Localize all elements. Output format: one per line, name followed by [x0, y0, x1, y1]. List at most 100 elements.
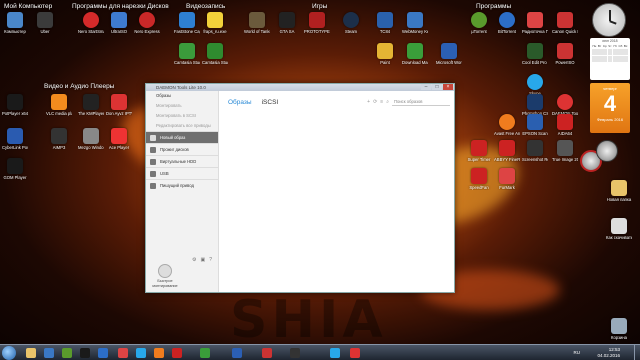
calendar-day-cell[interactable] [623, 59, 628, 62]
desktop-icon-radio[interactable]: Радиоточка Плюс [522, 12, 548, 34]
desktop-icon-kmplayer[interactable]: The KMPlayer [78, 94, 104, 116]
daemon-tools-window[interactable]: DAEMON Tools Lite 10.0 – □ × Образы Монт… [145, 83, 455, 293]
desktop-icon-avast[interactable]: Avast Free Antivirus [494, 114, 520, 136]
sidebar-section-burn[interactable]: Прожиг дисков [146, 143, 218, 155]
desktop-icon-canon[interactable]: Canon Quick Menu [552, 12, 578, 34]
desktop-icon-true-image[interactable]: True Image 2013 [552, 140, 578, 162]
language-indicator[interactable]: RU [574, 350, 581, 355]
sidebar-item-images[interactable]: Образы [146, 91, 218, 101]
word-icon[interactable] [232, 348, 242, 358]
desktop-icon-camtasia-7[interactable]: Camtasia Studio 7 [174, 43, 200, 65]
desktop-icon-aida[interactable]: AIDA64 [552, 114, 578, 136]
app-icon[interactable] [262, 348, 272, 358]
desktop-icon-prototype[interactable]: PROTOTYPE 2 [304, 12, 330, 34]
settings-icon[interactable]: ⚙ [192, 257, 196, 267]
sidebar-section-writer[interactable]: Пишущий привод [146, 179, 218, 191]
desktop-icon-paint[interactable]: Paint [372, 43, 398, 65]
desktop-icon-mezgo[interactable]: Mezgo Windo... [78, 128, 104, 150]
window-titlebar[interactable]: DAEMON Tools Lite 10.0 – □ × [146, 84, 454, 91]
desktop-icon-tc[interactable]: TC84 [372, 12, 398, 34]
add-image-icon[interactable]: + [367, 99, 370, 105]
desktop-icon-fraps[interactable]: fraps_ru.exe [202, 12, 228, 34]
calendar-day-cell[interactable] [618, 59, 623, 62]
calendar-day-cell[interactable] [592, 59, 597, 62]
date-gadget[interactable]: четверг 4 Февраль 2016 [590, 83, 630, 133]
quick-mount-button[interactable]: Быстрое монтирование [150, 264, 180, 288]
menu-icon[interactable]: ≡ [380, 99, 383, 105]
desktop-icon-vlc[interactable]: VLC media player [46, 94, 72, 116]
start-button[interactable] [2, 346, 16, 360]
chrome-icon[interactable] [136, 348, 146, 358]
desktop-icon-ace-player[interactable]: Ace Player [106, 128, 132, 150]
sidebar-section-virtual-hdd[interactable]: Виртуальные HDD [146, 155, 218, 167]
opera-icon[interactable] [172, 348, 182, 358]
sidebar-item-mount-scsi[interactable]: Монтировать в SCSI [146, 111, 218, 121]
sidebar-section-new-image[interactable]: Новый образ [146, 131, 218, 143]
desktop-icon-skype[interactable]: Skype [522, 74, 548, 96]
desktop-icon-gta[interactable]: GTA SA [274, 12, 300, 34]
desktop-icon-utorrent[interactable]: µTorrent [466, 12, 492, 34]
desktop-icon-download-master[interactable]: Download Master [402, 43, 428, 65]
desktop-icon-gom[interactable]: GOM Player [2, 158, 28, 180]
desktop-icon-ultraiso[interactable]: UltraISO [106, 12, 132, 34]
desktop-icon-how-to[interactable]: Как скачивать... [606, 218, 632, 240]
desktop-icon-nero-startsmart[interactable]: Nero StartSmart [78, 12, 104, 34]
explorer-icon[interactable] [26, 348, 36, 358]
tab-images[interactable]: Образы [228, 99, 252, 106]
desktop-icon-abbyy[interactable]: ABBYY FineReader [494, 140, 520, 162]
desktop-icon-webmoney[interactable]: WebMoney Keeper W... [402, 12, 428, 34]
desktop-icon-speedfan[interactable]: SpeedFan [466, 168, 492, 190]
desktop-icon-daemon[interactable]: DAEMON Tools Lite [552, 94, 578, 116]
desktop-icon-uber[interactable]: Uber [32, 12, 58, 34]
maximize-button[interactable]: □ [432, 84, 442, 90]
desktop-icon-iptv[interactable]: Don Ayvz IPTV Player [106, 94, 132, 116]
desktop-icon-nero-express[interactable]: Nero Express [134, 12, 160, 34]
desktop-icon-epson[interactable]: EPSON Scan [522, 114, 548, 136]
calendar-gadget[interactable]: июн 2018 Пн Вт Ср Чт Пт Сб Вс [590, 38, 630, 80]
desktop-icon-aimp[interactable]: AIMP3 [46, 128, 72, 150]
desktop-icon-recycle-bin[interactable]: Корзина [606, 318, 632, 340]
desktop-icon-bittorrent[interactable]: BitTorrent [494, 12, 520, 34]
tab-iscsi[interactable]: iSCSI [262, 99, 279, 106]
sidebar-item-edit-drives[interactable]: Редактировать все приводы [146, 121, 218, 131]
desktop-icon-powerdvd[interactable]: CyberLink PowerDVD 15 [2, 128, 28, 150]
close-button[interactable]: × [443, 84, 453, 90]
calendar-day-cell[interactable] [612, 59, 618, 62]
desktop-icon-potplayer[interactable]: PotPlayer x64 [2, 94, 28, 116]
daemon-icon[interactable] [350, 348, 360, 358]
minimize-button[interactable]: – [421, 84, 431, 90]
desktop-icon-computer[interactable]: Компьютер [2, 12, 28, 34]
desktop-icon-word[interactable]: Microsoft Word 2010 [436, 43, 462, 65]
help-icon[interactable]: ? [209, 257, 212, 267]
desktop-icon-cool-edit[interactable]: Cool Edit Pro 2.1 [522, 43, 548, 65]
app-icon[interactable] [98, 348, 108, 358]
show-desktop-button[interactable] [634, 345, 640, 360]
sidebar-section-usb[interactable]: USB [146, 167, 218, 179]
desktop-icon-furmark[interactable]: FurMark [494, 168, 520, 190]
calendar-day-cell[interactable] [602, 59, 608, 62]
desktop-icon-faststone[interactable]: FastStone Capture [174, 12, 200, 34]
calendar-day-cell[interactable] [607, 59, 613, 62]
taskbar-clock[interactable]: 12:53 04.02.2016 [597, 347, 620, 358]
desktop-icon-wot[interactable]: World of Tanks [244, 12, 270, 34]
desktop-icon-poweriso[interactable]: PowerISO [552, 43, 578, 65]
desktop-icon-super-timer[interactable]: Super Timer [466, 140, 492, 162]
firefox-icon[interactable] [154, 348, 164, 358]
player-icon[interactable] [80, 348, 90, 358]
refresh-icon[interactable]: ⟳ [373, 99, 377, 105]
ie-icon[interactable] [44, 348, 54, 358]
app-icon[interactable] [290, 348, 300, 358]
desktop-icon-photoshop[interactable]: Photoshop CS6 [522, 94, 548, 116]
desktop-icon-steam[interactable]: Steam [338, 12, 364, 34]
app-icon[interactable] [200, 348, 210, 358]
desktop-icon-camtasia-8[interactable]: Camtasia Studio 8 [202, 43, 228, 65]
clock-gadget[interactable] [592, 3, 626, 37]
desktop-icon-screenshot-reader[interactable]: Screenshot Reader [522, 140, 548, 162]
search-input[interactable]: Поиск образов [392, 98, 450, 106]
skype-icon[interactable] [330, 348, 340, 358]
app-icon[interactable] [62, 348, 72, 358]
app-icon[interactable] [118, 348, 128, 358]
sidebar-item-mount[interactable]: Монтировать [146, 101, 218, 111]
cpu-meter-gadget[interactable] [596, 140, 618, 162]
calendar-day-cell[interactable] [597, 59, 602, 62]
